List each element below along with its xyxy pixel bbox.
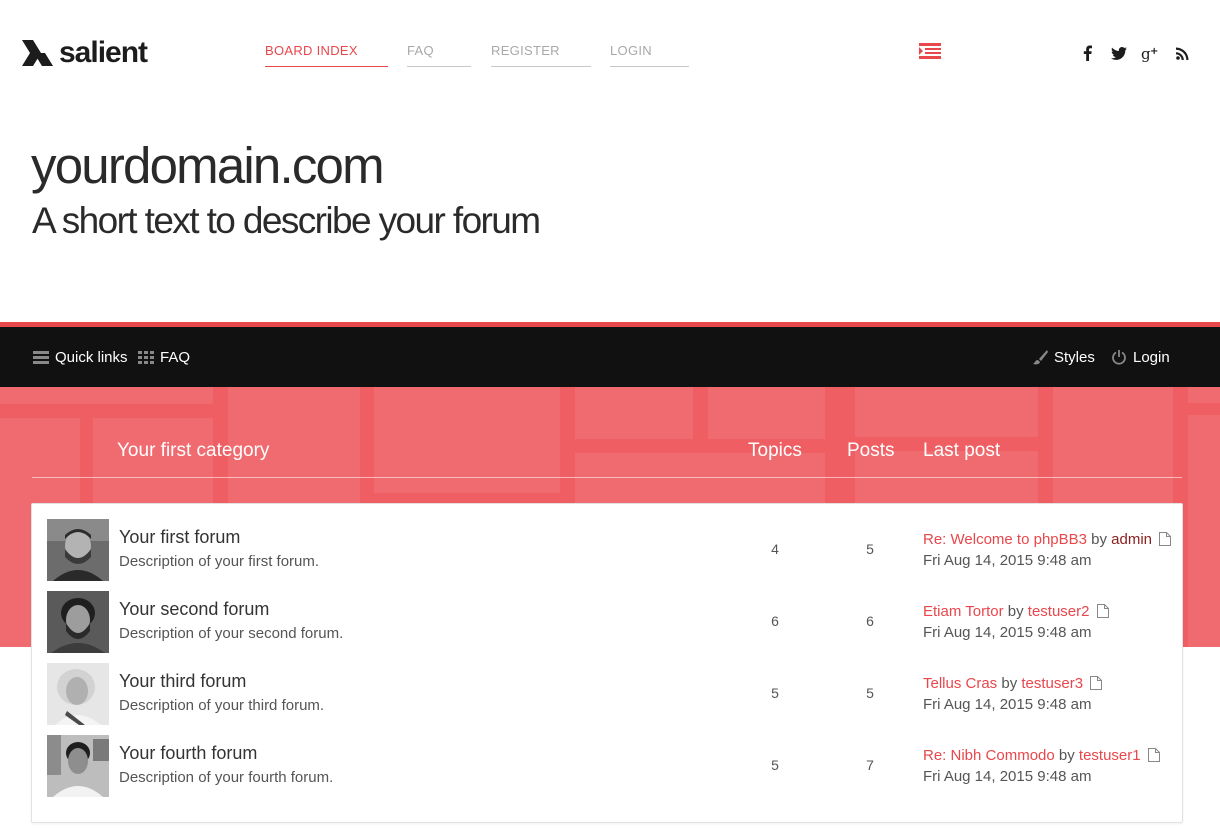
forum-title[interactable]: Your fourth forum	[119, 743, 257, 764]
nav-board-index[interactable]: BOARD INDEX	[265, 43, 388, 67]
last-post-author[interactable]: testuser3	[1021, 675, 1083, 692]
forum-list: Your first forum Description of your fir…	[31, 503, 1183, 823]
last-post-author[interactable]: admin	[1111, 531, 1152, 548]
forum-row: Your fourth forum Description of your fo…	[32, 734, 1182, 806]
forum-title[interactable]: Your second forum	[119, 599, 269, 620]
last-post: Tellus Cras by testuser3 Fri Aug 14, 201…	[923, 675, 1103, 713]
forum-navbar: Quick links FAQ Styles Login	[0, 327, 1220, 387]
forum-description: Description of your fourth forum.	[119, 769, 334, 786]
last-post-date: Fri Aug 14, 2015 9:48 am	[923, 768, 1092, 785]
category-title[interactable]: Your first category	[117, 440, 269, 462]
brush-icon	[1032, 349, 1048, 365]
salient-logo-icon	[22, 40, 53, 66]
posts-count: 5	[866, 541, 874, 557]
svg-text:+: +	[1150, 46, 1158, 57]
forum-row: Your third forum Description of your thi…	[32, 662, 1182, 734]
topics-count: 4	[771, 541, 779, 557]
last-post-by: by	[1007, 603, 1024, 620]
last-post: Etiam Tortor by testuser2 Fri Aug 14, 20…	[923, 603, 1109, 641]
quick-links-button[interactable]: Quick links	[33, 347, 128, 367]
grid-icon	[138, 350, 154, 364]
faq-button[interactable]: FAQ	[138, 347, 190, 367]
last-post-author[interactable]: testuser2	[1028, 603, 1090, 620]
category-header: Your first category Topics Posts Last po…	[32, 418, 1182, 478]
logo-text: salient	[59, 36, 148, 69]
twitter-icon[interactable]	[1111, 44, 1127, 62]
forum-avatar[interactable]	[47, 591, 109, 653]
hamburger-icon	[33, 350, 49, 364]
nav-login[interactable]: LOGIN	[610, 43, 689, 67]
login-label: Login	[1133, 348, 1170, 366]
power-icon	[1111, 349, 1127, 365]
category-divider	[32, 477, 1182, 478]
topics-count: 6	[771, 613, 779, 629]
menu-toggle-icon[interactable]	[919, 43, 941, 60]
forum-title[interactable]: Your first forum	[119, 527, 240, 548]
view-latest-post-icon[interactable]	[1096, 604, 1109, 622]
column-last-post: Last post	[923, 440, 1001, 461]
last-post-link[interactable]: Etiam Tortor	[923, 603, 1004, 620]
forum-row: Your second forum Description of your se…	[32, 590, 1182, 662]
last-post-date: Fri Aug 14, 2015 9:48 am	[923, 552, 1092, 569]
forum-description: Description of your second forum.	[119, 625, 344, 642]
site-description: A short text to describe your forum	[32, 200, 541, 241]
last-post: Re: Nibh Commodo by testuser1 Fri Aug 14…	[923, 747, 1160, 785]
posts-count: 7	[866, 757, 874, 773]
quick-links-label: Quick links	[55, 348, 128, 366]
posts-count: 5	[866, 685, 874, 701]
google-plus-icon[interactable]: g +	[1141, 44, 1159, 62]
column-posts: Posts	[847, 440, 895, 461]
forum-avatar[interactable]	[47, 663, 109, 725]
styles-button[interactable]: Styles	[1032, 347, 1095, 367]
forum-description: Description of your third forum.	[119, 697, 325, 714]
last-post-author[interactable]: testuser1	[1079, 747, 1141, 764]
topics-count: 5	[771, 685, 779, 701]
last-post: Re: Welcome to phpBB3 by admin Fri Aug 1…	[923, 531, 1172, 569]
nav-register[interactable]: REGISTER	[491, 43, 591, 67]
forum-avatar[interactable]	[47, 735, 109, 797]
site-title: yourdomain.com	[31, 137, 385, 194]
rss-icon[interactable]	[1175, 44, 1189, 62]
styles-label: Styles	[1054, 348, 1095, 366]
last-post-link[interactable]: Re: Nibh Commodo	[923, 747, 1055, 764]
site-logo[interactable]: salient	[22, 36, 148, 69]
view-latest-post-icon[interactable]	[1159, 532, 1172, 550]
last-post-by: by	[1001, 675, 1018, 692]
last-post-by: by	[1091, 531, 1107, 548]
last-post-date: Fri Aug 14, 2015 9:48 am	[923, 624, 1092, 641]
view-latest-post-icon[interactable]	[1090, 676, 1103, 694]
forum-title[interactable]: Your third forum	[119, 671, 246, 692]
last-post-link[interactable]: Tellus Cras	[923, 675, 997, 692]
view-latest-post-icon[interactable]	[1147, 748, 1160, 766]
topics-count: 5	[771, 757, 779, 773]
posts-count: 6	[866, 613, 874, 629]
last-post-link[interactable]: Re: Welcome to phpBB3	[923, 531, 1087, 548]
facebook-icon[interactable]	[1081, 44, 1093, 62]
last-post-date: Fri Aug 14, 2015 9:48 am	[923, 696, 1092, 713]
forum-row: Your first forum Description of your fir…	[32, 518, 1182, 590]
forum-description: Description of your first forum.	[119, 553, 320, 570]
faq-label: FAQ	[160, 348, 191, 366]
login-button[interactable]: Login	[1111, 347, 1170, 367]
nav-faq[interactable]: FAQ	[407, 43, 471, 67]
column-topics: Topics	[748, 440, 802, 461]
forum-avatar[interactable]	[47, 519, 109, 581]
last-post-by: by	[1058, 747, 1075, 764]
